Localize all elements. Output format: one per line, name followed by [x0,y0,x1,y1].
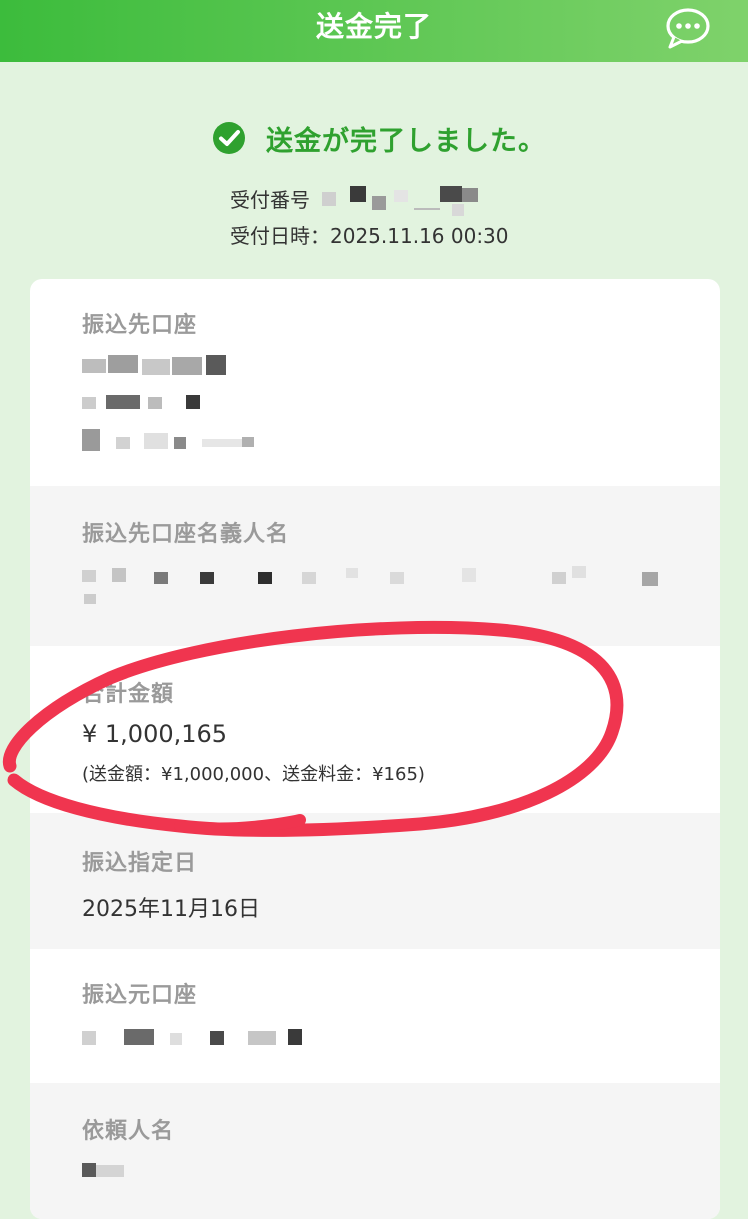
redacted-bank-name [82,355,242,377]
transfer-date-value: 2025年11月16日 [82,897,260,922]
redacted-branch-name [82,391,212,413]
payee-account-label: 振込先口座 [82,313,198,338]
total-amount-label: 合計金額 [82,682,175,707]
receipt-datetime-row: 受付日時：2025.11.16 00:30 [230,220,509,249]
redacted-payee-name [82,566,672,606]
completion-status: 送金が完了しました。 [212,116,546,160]
check-circle-icon [213,122,245,154]
transfer-date-label: 振込指定日 [82,851,198,876]
chat-bubble-icon [666,8,710,49]
redacted-source-account [82,1027,322,1049]
app-header: 送金完了 [0,0,748,62]
completion-message: 送金が完了しました。 [266,125,546,157]
total-amount-section: 合計金額 ¥ 1,000,165 (送金額：¥1,000,000、送金料金：¥1… [30,646,720,813]
payee-account-section: 振込先口座 [30,279,720,486]
total-amount-breakdown: (送金額：¥1,000,000、送金料金：¥165) [82,764,425,785]
receipt-number-label: 受付番号 [230,188,310,212]
receipt-number-row: 受付番号 [230,184,492,218]
payee-name-section: 振込先口座名義人名 [30,486,720,646]
source-account-label: 振込元口座 [82,983,198,1008]
receipt-datetime-value: 2025.11.16 00:30 [330,224,509,248]
redacted-receipt-number [322,185,492,218]
payee-name-label: 振込先口座名義人名 [82,522,290,547]
chat-button[interactable] [664,6,712,50]
total-amount-value: ¥ 1,000,165 [82,720,228,748]
page-title: 送金完了 [315,10,432,43]
requester-name-label: 依頼人名 [82,1119,175,1144]
transfer-details-card: 振込先口座 振込先口座名義人名 合計金額 ¥ 1,000,165 (送金額：¥1… [30,279,720,1219]
redacted-account-number [82,429,262,451]
transfer-date-section: 振込指定日 2025年11月16日 [30,813,720,949]
receipt-datetime-label: 受付日時： [230,224,330,248]
requester-name-section: 依頼人名 [30,1083,720,1219]
redacted-requester-name [82,1163,162,1185]
source-account-section: 振込元口座 [30,949,720,1083]
